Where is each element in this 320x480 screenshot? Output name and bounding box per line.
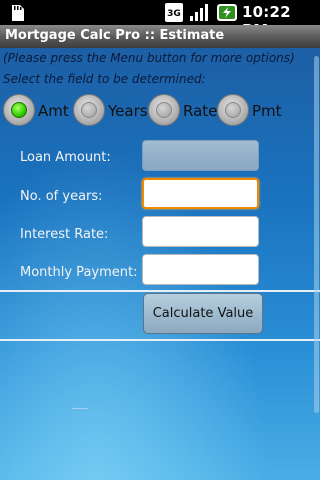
- radio-selected-icon: [3, 94, 35, 126]
- monthly-payment-input[interactable]: [142, 254, 259, 285]
- loan-amount-input[interactable]: [142, 140, 259, 171]
- battery-charging-icon: [217, 4, 237, 21]
- monthly-payment-label: Monthly Payment:: [20, 265, 138, 280]
- select-hint: Select the field to be determined:: [3, 72, 206, 86]
- calculate-value-button[interactable]: Calculate Value: [143, 293, 263, 334]
- 3g-icon: 3G: [165, 3, 183, 22]
- radio-label-years: Years: [108, 102, 148, 120]
- divider-top: [0, 290, 320, 292]
- menu-hint: (Please press the Menu button for more o…: [3, 51, 295, 65]
- interest-rate-label: Interest Rate:: [20, 227, 109, 242]
- radio-unselected-icon: [217, 94, 249, 126]
- sd-card-icon: [12, 5, 24, 21]
- radio-label-amt: Amt: [38, 102, 69, 120]
- interest-rate-input[interactable]: [142, 216, 259, 247]
- main-content: (Please press the Menu button for more o…: [0, 48, 320, 480]
- years-input[interactable]: [142, 178, 259, 209]
- radio-label-rate: Rate: [183, 102, 218, 120]
- app-title-bar: Mortgage Calc Pro :: Estimate: [0, 25, 320, 48]
- radio-unselected-icon: [148, 94, 180, 126]
- status-bar: 3G 10:22 PM: [0, 0, 320, 39]
- decorative-highlight: [72, 408, 88, 409]
- network-label: 3G: [167, 9, 181, 19]
- loan-amount-label: Loan Amount:: [20, 150, 111, 165]
- determine-field-radio-group: Amt Years Rate Pmt: [0, 94, 320, 130]
- divider-bottom: [0, 339, 320, 341]
- scrollbar-thumb[interactable]: [314, 56, 319, 413]
- signal-icon: [190, 4, 208, 21]
- years-label: No. of years:: [20, 189, 103, 204]
- app-title: Mortgage Calc Pro :: Estimate: [5, 28, 225, 43]
- radio-unselected-icon: [73, 94, 105, 126]
- radio-label-pmt: Pmt: [252, 102, 282, 120]
